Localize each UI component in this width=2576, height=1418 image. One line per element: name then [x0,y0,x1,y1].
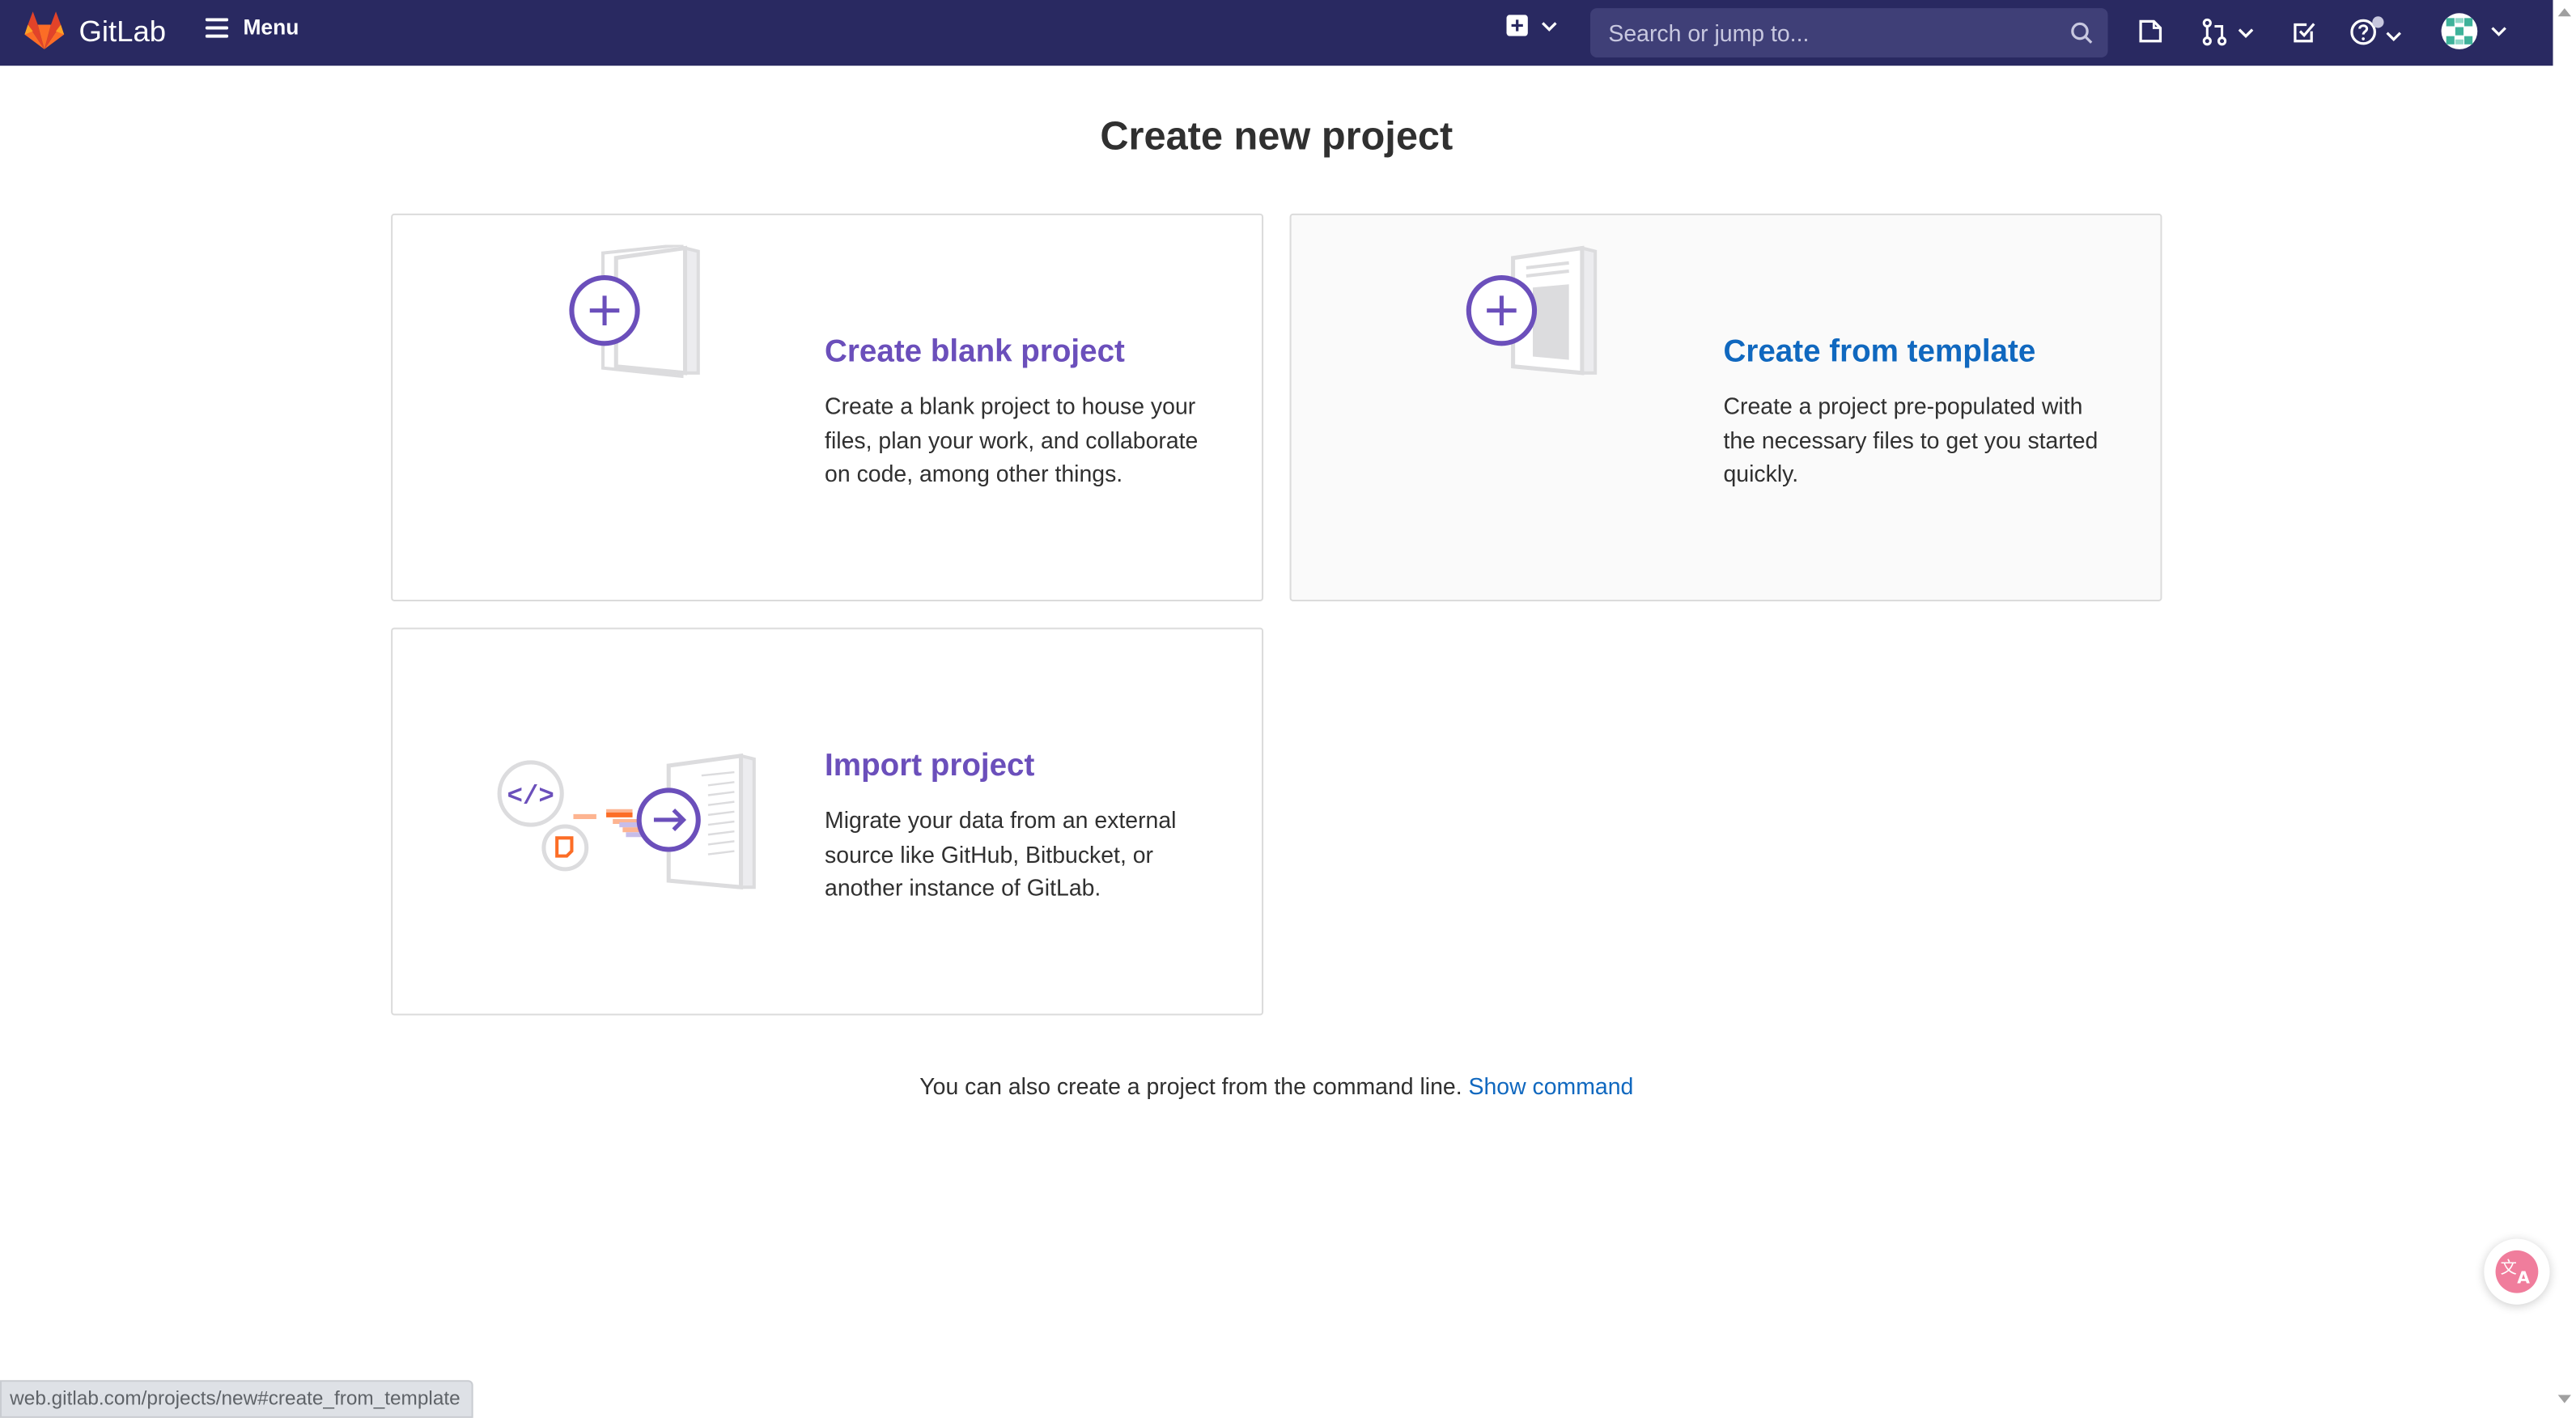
status-bar-url: web.gitlab.com/projects/new#create_from_… [0,1380,473,1418]
svg-text:文: 文 [2501,1258,2517,1277]
brand-name: GitLab [79,14,167,47]
page-scrollbar[interactable] [2553,0,2576,1415]
scroll-down-arrow-icon[interactable] [2553,1391,2576,1407]
user-menu-dropdown[interactable] [2441,13,2507,49]
search-icon [2071,22,2093,44]
page-title: Create new project [1100,115,1454,159]
card-title[interactable]: Create blank project [825,335,1125,371]
avatar [2441,13,2478,49]
avatar-identicon-icon [2446,18,2473,45]
translate-button[interactable]: 文 A [2484,1238,2550,1305]
svg-text:</>: </> [507,782,554,812]
show-command-link[interactable]: Show command [1469,1073,1634,1099]
menu-label: Menu [243,15,299,40]
command-line-hint: You can also create a project from the c… [0,1073,2553,1099]
card-description: Create a project pre-populated with the … [1723,393,2099,487]
card-description: Create a blank project to house your fil… [825,393,1199,487]
import-project-illustration-icon: </> [497,753,756,889]
card-title[interactable]: Import project [825,749,1034,786]
chevron-down-icon [1542,21,1557,31]
issues-icon [2139,19,2162,43]
todos-icon [2294,23,2315,43]
translate-icon: 文 A [2495,1250,2539,1293]
card-title[interactable]: Create from template [1723,335,2035,371]
command-line-hint-text: You can also create a project from the c… [919,1072,1462,1100]
merge-requests-icon [2202,18,2227,46]
create-from-template-card[interactable]: Create from template Create a project pr… [1289,213,2162,601]
merge-requests-dropdown[interactable] [2201,18,2254,46]
search-input[interactable] [1605,18,2056,48]
chevron-down-icon [2491,27,2506,36]
chevron-down-icon [2386,32,2401,42]
issues-button[interactable] [2137,18,2163,44]
gitlab-home-link[interactable]: GitLab [23,11,166,51]
notification-dot [2372,16,2384,28]
scroll-up-arrow-icon[interactable] [2553,3,2576,19]
search-box[interactable] [1590,8,2108,58]
svg-text:A: A [2517,1267,2530,1287]
plus-square-icon [1506,15,1528,36]
page: GitLab Menu Search or jump to... Create … [0,0,2576,1418]
menu-button[interactable]: Menu [205,15,299,40]
template-project-illustration-icon [1466,245,1598,376]
gitlab-logo-icon [24,11,65,49]
import-project-card[interactable]: </> Import project Migrate your data fro… [391,627,1264,1016]
create-blank-project-card[interactable]: Create blank project Create a blank proj… [391,213,1264,601]
top-navbar: GitLab Menu [0,0,2553,66]
chevron-down-icon [2238,28,2254,37]
card-description: Migrate your data from an external sourc… [825,806,1177,901]
blank-project-illustration-icon [569,244,700,379]
help-dropdown[interactable] [2349,16,2402,54]
new-item-dropdown[interactable] [1506,15,1558,36]
todos-button[interactable] [2292,19,2316,44]
hamburger-icon [205,17,229,37]
